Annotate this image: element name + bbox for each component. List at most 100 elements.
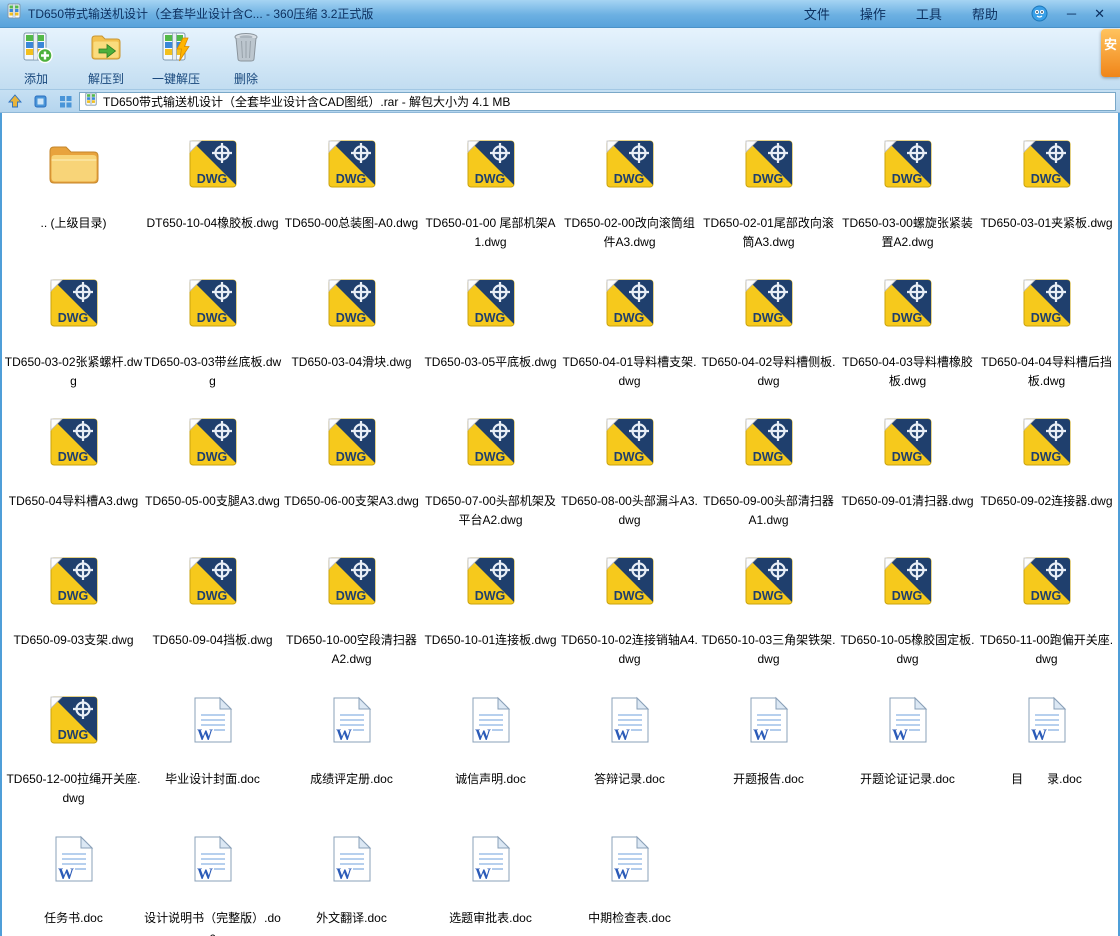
file-item[interactable]: DWG TD650-11-00跑偏开关座.dwg: [977, 535, 1116, 674]
svg-text:W: W: [614, 727, 630, 744]
file-item[interactable]: DWG TD650-06-00支架A3.dwg: [282, 396, 421, 535]
file-item[interactable]: DWG TD650-01-00 尾部机架A1.dwg: [421, 118, 560, 257]
file-item[interactable]: DWG TD650-03-00螺旋张紧装置A2.dwg: [838, 118, 977, 257]
dwg-file-icon: DWG: [605, 416, 655, 468]
delete-button-label: 删除: [233, 72, 258, 86]
file-item[interactable]: W 答辩记录.doc: [560, 674, 699, 813]
file-name: TD650-10-05橡胶固定板.dwg: [840, 633, 975, 666]
file-item[interactable]: DWG TD650-03-05平底板.dwg: [421, 257, 560, 396]
file-item[interactable]: DWG TD650-09-03支架.dwg: [4, 535, 143, 674]
view-grid-button[interactable]: [54, 92, 76, 111]
one-click-extract-button[interactable]: 一键解压: [144, 30, 208, 88]
menu-item-help[interactable]: 帮助: [957, 1, 1013, 26]
file-item[interactable]: W 任务书.doc: [4, 813, 143, 936]
file-item[interactable]: DWG TD650-03-03带丝底板.dwg: [143, 257, 282, 396]
file-item[interactable]: DWG TD650-10-05橡胶固定板.dwg: [838, 535, 977, 674]
file-item[interactable]: W 成绩评定册.doc: [282, 674, 421, 813]
view-list-button[interactable]: [29, 92, 51, 111]
svg-text:W: W: [197, 866, 213, 883]
file-name: TD650-03-02张紧螺杆.dwg: [4, 355, 143, 388]
up-button[interactable]: [4, 92, 26, 111]
file-item[interactable]: W 设计说明书（完整版）.doc: [143, 813, 282, 936]
file-item[interactable]: DWG TD650-02-01尾部改向滚筒A3.dwg: [699, 118, 838, 257]
file-item[interactable]: W 外文翻译.doc: [282, 813, 421, 936]
dwg-file-icon: DWG: [188, 555, 238, 607]
file-name: TD650-03-03带丝底板.dwg: [143, 355, 282, 388]
svg-text:W: W: [1031, 727, 1047, 744]
safety-badge[interactable]: 安: [1101, 29, 1120, 77]
file-item[interactable]: DWG TD650-12-00拉绳开关座.dwg: [4, 674, 143, 813]
svg-text:DWG: DWG: [196, 450, 227, 464]
file-item[interactable]: DWG TD650-03-04滑块.dwg: [282, 257, 421, 396]
dwg-file-icon: DWG: [744, 416, 794, 468]
file-name: TD650-03-05平底板.dwg: [424, 355, 557, 369]
file-item[interactable]: DWG TD650-10-02连接销轴A4.dwg: [560, 535, 699, 674]
file-item[interactable]: W 毕业设计封面.doc: [143, 674, 282, 813]
svg-text:DWG: DWG: [474, 450, 505, 464]
close-button[interactable]: ✕: [1085, 4, 1114, 24]
file-item[interactable]: DWG TD650-09-01清扫器.dwg: [838, 396, 977, 535]
svg-text:DWG: DWG: [335, 311, 366, 325]
file-name: TD650-08-00头部漏斗A3.dwg: [561, 494, 698, 527]
file-item[interactable]: DWG TD650-04-03导料槽橡胶板.dwg: [838, 257, 977, 396]
app-icon: [6, 3, 22, 24]
dwg-file-icon: DWG: [466, 416, 516, 468]
dwg-file-icon: DWG: [327, 277, 377, 329]
file-item[interactable]: DWG TD650-04-01导料槽支架.dwg: [560, 257, 699, 396]
file-name: TD650-09-04挡板.dwg: [152, 633, 273, 647]
file-name: TD650-03-01夹紧板.dwg: [980, 216, 1113, 230]
file-item[interactable]: DWG TD650-07-00头部机架及平台A2.dwg: [421, 396, 560, 535]
dwg-file-icon: DWG: [744, 138, 794, 190]
file-item[interactable]: W 选题审批表.doc: [421, 813, 560, 936]
doc-file-icon: W: [607, 833, 653, 885]
logo-icon: [1031, 5, 1048, 22]
file-item[interactable]: DWG TD650-03-01夹紧板.dwg: [977, 118, 1116, 257]
file-item[interactable]: DWG TD650-02-00改向滚筒组件A3.dwg: [560, 118, 699, 257]
file-item[interactable]: DWG TD650-09-02连接器.dwg: [977, 396, 1116, 535]
svg-text:DWG: DWG: [891, 450, 922, 464]
file-item[interactable]: DWG TD650-10-03三角架铁架.dwg: [699, 535, 838, 674]
file-item[interactable]: W 开题报告.doc: [699, 674, 838, 813]
file-item[interactable]: DWG TD650-00总装图-A0.dwg: [282, 118, 421, 257]
svg-text:DWG: DWG: [752, 172, 783, 186]
file-name: TD650-02-01尾部改向滚筒A3.dwg: [703, 216, 834, 249]
dwg-file-icon: DWG: [49, 555, 99, 607]
dwg-file-icon: DWG: [49, 277, 99, 329]
svg-text:W: W: [614, 866, 630, 883]
svg-text:DWG: DWG: [613, 311, 644, 325]
dwg-file-icon: DWG: [188, 416, 238, 468]
file-item[interactable]: .. (上级目录): [4, 118, 143, 257]
file-item[interactable]: DWG TD650-04-02导料槽侧板.dwg: [699, 257, 838, 396]
file-item[interactable]: DWG TD650-09-04挡板.dwg: [143, 535, 282, 674]
file-item[interactable]: DWG TD650-08-00头部漏斗A3.dwg: [560, 396, 699, 535]
delete-button[interactable]: 删除: [214, 30, 278, 88]
minimize-button[interactable]: ─: [1058, 4, 1085, 23]
file-item[interactable]: DWG TD650-04-04导料槽后挡板.dwg: [977, 257, 1116, 396]
svg-text:DWG: DWG: [474, 589, 505, 603]
add-button[interactable]: 添加: [4, 30, 68, 88]
file-item[interactable]: DWG TD650-10-00空段清扫器A2.dwg: [282, 535, 421, 674]
dwg-file-icon: DWG: [1022, 555, 1072, 607]
file-item[interactable]: DWG TD650-09-00头部清扫器A1.dwg: [699, 396, 838, 535]
file-item[interactable]: DWG TD650-04导料槽A3.dwg: [4, 396, 143, 535]
svg-text:W: W: [336, 727, 352, 744]
path-field[interactable]: TD650带式输送机设计（全套毕业设计含CAD图纸）.rar - 解包大小为 4…: [79, 91, 1116, 111]
file-item[interactable]: DWG TD650-10-01连接板.dwg: [421, 535, 560, 674]
menu-item-action[interactable]: 操作: [845, 1, 901, 26]
file-item[interactable]: W 开题论证记录.doc: [838, 674, 977, 813]
file-item[interactable]: W 诚信声明.doc: [421, 674, 560, 813]
file-item[interactable]: DWG DT650-10-04橡胶板.dwg: [143, 118, 282, 257]
file-item[interactable]: W 目 录.doc: [977, 674, 1116, 813]
doc-file-icon: W: [746, 694, 792, 746]
svg-text:DWG: DWG: [891, 172, 922, 186]
file-item[interactable]: DWG TD650-05-00支腿A3.dwg: [143, 396, 282, 535]
file-item[interactable]: W 中期检查表.doc: [560, 813, 699, 936]
one-click-extract-button-label: 一键解压: [151, 72, 200, 86]
extract-to-button[interactable]: 解压到: [74, 30, 138, 88]
menu-item-file[interactable]: 文件: [789, 1, 845, 26]
svg-text:DWG: DWG: [474, 172, 505, 186]
menu-item-tools[interactable]: 工具: [901, 1, 957, 26]
svg-text:DWG: DWG: [613, 450, 644, 464]
doc-file-icon: W: [190, 833, 236, 885]
file-item[interactable]: DWG TD650-03-02张紧螺杆.dwg: [4, 257, 143, 396]
